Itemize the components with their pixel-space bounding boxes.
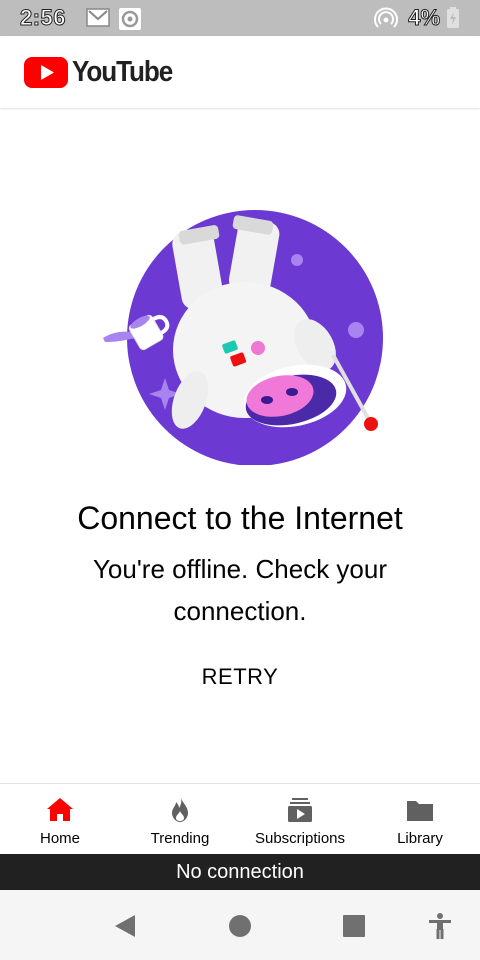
battery-charging-icon	[446, 7, 460, 34]
nav-subscriptions[interactable]: Subscriptions	[240, 784, 360, 855]
nav-trending-label: Trending	[150, 830, 210, 847]
nav-trending[interactable]: Trending	[120, 784, 240, 855]
library-folder-icon	[407, 801, 433, 821]
nav-subscriptions-label: Subscriptions	[254, 830, 346, 847]
battery-percentage: 4%	[408, 5, 441, 31]
screen: 2:56 4% YouTube Connect to the Internet …	[0, 0, 480, 960]
trending-flame-icon	[172, 797, 188, 822]
sync-icon	[118, 7, 142, 36]
accessibility-icon[interactable]	[426, 912, 454, 940]
home-circle-icon[interactable]	[226, 912, 254, 940]
app-bar: YouTube	[0, 36, 480, 108]
gmail-icon	[86, 7, 110, 34]
bottom-navigation: Home Trending Subscriptions Library	[0, 783, 480, 855]
youtube-play-logo-icon	[24, 56, 68, 88]
offline-subtitle: You're offline. Check your connection.	[92, 554, 388, 626]
nav-home[interactable]: Home	[0, 784, 120, 855]
subscriptions-icon	[288, 798, 312, 822]
system-navigation-bar	[0, 890, 480, 960]
logo-text: YouTube	[72, 55, 173, 88]
nav-home-label: Home	[39, 830, 80, 847]
offline-illustration	[95, 210, 385, 466]
youtube-logo[interactable]: YouTube	[24, 54, 183, 90]
home-icon	[47, 798, 73, 821]
nav-library[interactable]: Library	[360, 784, 480, 855]
no-connection-snackbar: No connection	[0, 854, 480, 890]
retry-button[interactable]: RETRY	[180, 655, 300, 699]
recents-icon[interactable]	[340, 912, 368, 940]
hotspot-icon	[374, 7, 398, 36]
status-time: 2:56	[19, 5, 67, 31]
snackbar-text: No connection	[176, 860, 304, 883]
back-icon[interactable]	[111, 912, 139, 940]
offline-title: Connect to the Internet	[77, 500, 403, 536]
nav-library-label: Library	[397, 830, 443, 847]
status-bar: 2:56 4%	[0, 0, 480, 36]
